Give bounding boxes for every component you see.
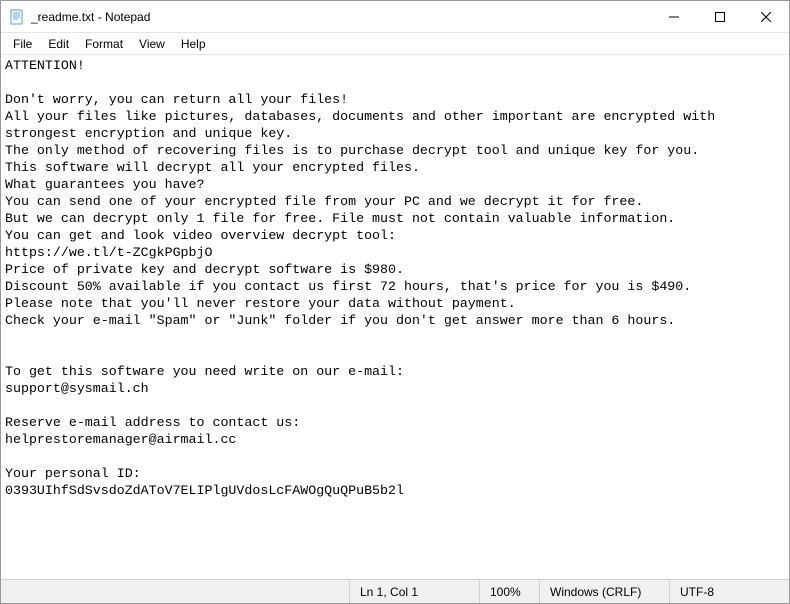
menubar: File Edit Format View Help: [1, 33, 789, 55]
menu-file[interactable]: File: [5, 35, 40, 53]
window-title: _readme.txt - Notepad: [31, 10, 651, 24]
maximize-button[interactable]: [697, 1, 743, 32]
window-controls: [651, 1, 789, 32]
notepad-window: _readme.txt - Notepad File Edit Format V…: [0, 0, 790, 604]
status-cursor-position: Ln 1, Col 1: [349, 580, 479, 603]
status-spacer: [1, 580, 349, 603]
status-encoding: UTF-8: [669, 580, 789, 603]
menu-format[interactable]: Format: [77, 35, 131, 53]
text-editor[interactable]: ATTENTION! Don't worry, you can return a…: [1, 55, 789, 579]
menu-help[interactable]: Help: [173, 35, 214, 53]
titlebar: _readme.txt - Notepad: [1, 1, 789, 33]
status-zoom: 100%: [479, 580, 539, 603]
status-line-ending: Windows (CRLF): [539, 580, 669, 603]
minimize-button[interactable]: [651, 1, 697, 32]
statusbar: Ln 1, Col 1 100% Windows (CRLF) UTF-8: [1, 579, 789, 603]
notepad-icon: [9, 9, 25, 25]
menu-view[interactable]: View: [131, 35, 173, 53]
close-button[interactable]: [743, 1, 789, 32]
menu-edit[interactable]: Edit: [40, 35, 77, 53]
